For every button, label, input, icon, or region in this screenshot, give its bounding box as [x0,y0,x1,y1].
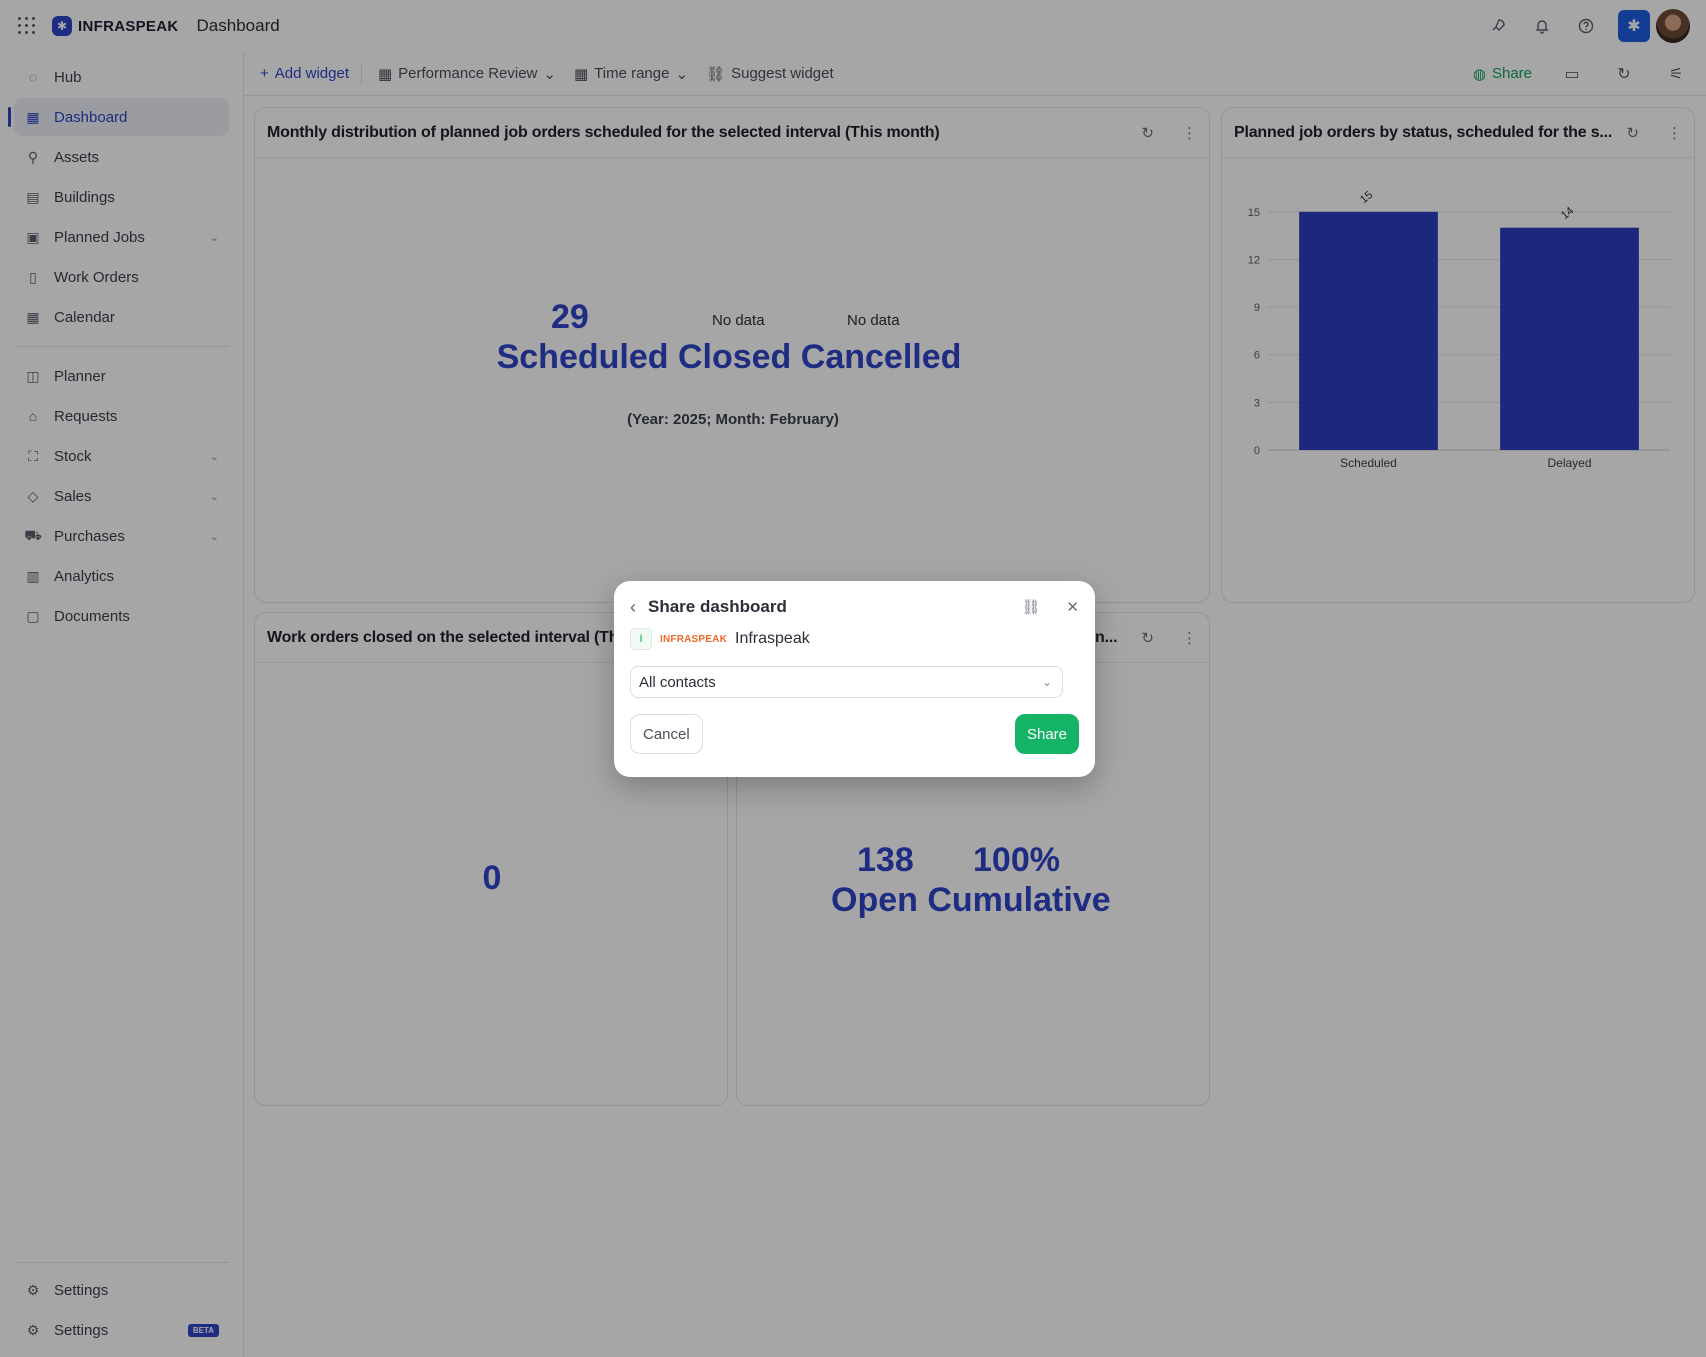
contacts-select-value: All contacts [639,673,716,691]
organization-row: I INFRASPEAK Infraspeak [630,627,1079,651]
back-arrow-icon[interactable]: ‹ [630,597,636,618]
link-icon[interactable]: ⛓ [1021,598,1040,616]
dialog-header: ‹ Share dashboard ⛓ ✕ [630,581,1079,633]
org-name: Infraspeak [735,630,810,647]
contacts-select[interactable]: All contacts ⌄ [630,666,1063,698]
cancel-button[interactable]: Cancel [630,714,703,754]
org-initial-badge: I [630,628,652,650]
org-tag: INFRASPEAK [660,633,728,645]
chevron-down-icon: ⌄ [1041,675,1052,689]
dialog-title: Share dashboard [648,597,787,616]
close-icon[interactable]: ✕ [1066,598,1079,616]
share-button[interactable]: Share [1014,714,1079,754]
share-dashboard-dialog: ‹ Share dashboard ⛓ ✕ I INFRASPEAK Infra… [614,581,1095,777]
dialog-footer: Cancel Share [630,714,1079,754]
